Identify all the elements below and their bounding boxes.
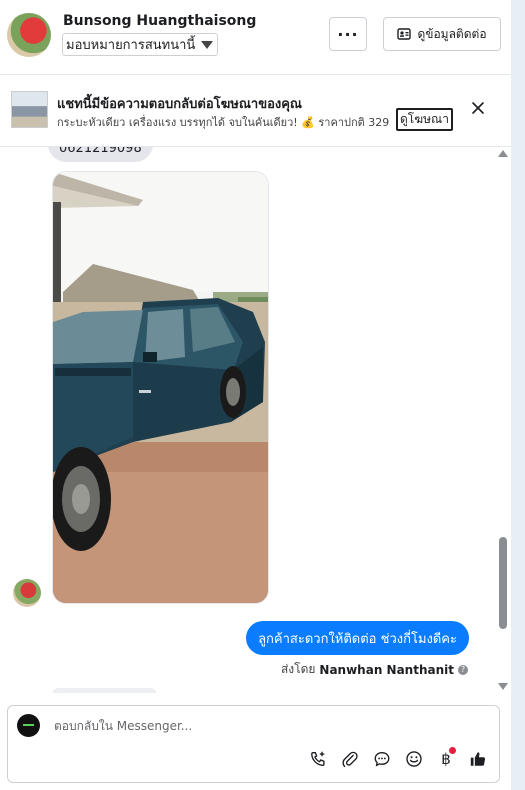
pickup-truck-photo <box>53 172 268 603</box>
ad-reply-banner: แชทนี้มีข้อความตอบกลับต่อโฆษณาของคุณ กระ… <box>0 75 511 147</box>
incoming-message-bubble[interactable]: 0621219098 <box>48 147 153 162</box>
composer-toolbar: ฿ <box>307 747 489 770</box>
call-button[interactable] <box>307 748 329 770</box>
ad-banner-title: แชทนี้มีข้อความตอบกลับต่อโฆษณาของคุณ <box>57 97 302 112</box>
scroll-down-arrow-icon[interactable] <box>498 683 508 690</box>
message-composer: ฿ <box>7 705 500 783</box>
sent-by-name: Nanwhan Nanthanit <box>319 662 454 677</box>
ad-thumbnail[interactable] <box>11 91 48 128</box>
assign-conversation-label: มอบหมายการสนทนานี้ <box>66 38 196 53</box>
phone-plus-icon <box>311 751 325 766</box>
contact-avatar[interactable] <box>7 13 51 57</box>
thumbs-up-icon <box>470 752 486 766</box>
conversation-header: Bunsong Huangthaisong มอบหมายการสนทนานี้… <box>0 0 511 75</box>
payment-button[interactable]: ฿ <box>435 747 457 770</box>
view-contact-button[interactable]: ดูข้อมูลติดต่อ <box>383 17 501 51</box>
more-options-button[interactable]: ··· <box>329 17 367 51</box>
scrollbar-thumb[interactable] <box>499 537 507 629</box>
sent-by-line: ส่งโดย Nanwhan Nanthanit ? <box>281 660 468 679</box>
view-contact-label: ดูข้อมูลติดต่อ <box>417 26 487 41</box>
caret-down-icon <box>201 40 214 49</box>
paperclip-icon <box>342 751 358 768</box>
send-like-button[interactable] <box>467 748 489 770</box>
reply-input[interactable] <box>52 714 476 738</box>
right-edge-rail <box>511 0 525 790</box>
smiley-icon <box>406 751 422 767</box>
assign-conversation-dropdown[interactable]: มอบหมายการสนทนานี้ <box>62 33 219 56</box>
incoming-photo-message[interactable] <box>52 171 269 604</box>
attach-button[interactable] <box>339 748 361 770</box>
contact-card-icon <box>397 28 412 40</box>
view-ad-link[interactable]: ดูโฆษณา <box>396 108 453 131</box>
ad-banner-subtitle: กระบะหัวเดียว เครื่องแรง บรรทุกได้ จบในค… <box>57 116 389 129</box>
conversation-panel: Bunsong Huangthaisong มอบหมายการสนทนานี้… <box>0 0 511 790</box>
scroll-up-arrow-icon[interactable] <box>498 150 508 157</box>
more-dots-icon: ··· <box>337 24 359 44</box>
emoji-button[interactable] <box>403 748 425 770</box>
outgoing-message-bubble[interactable]: ลูกค้าสะดวกให้ติดต่อ ช่วงกี่โมงดีคะ <box>246 621 469 655</box>
page-avatar <box>17 714 40 737</box>
info-icon[interactable]: ? <box>458 664 468 675</box>
sender-avatar[interactable] <box>13 579 41 607</box>
contact-name[interactable]: Bunsong Huangthaisong <box>63 13 256 29</box>
close-icon[interactable] <box>470 100 486 116</box>
incoming-message-partial <box>52 688 157 693</box>
sent-by-prefix: ส่งโดย <box>280 662 316 676</box>
chat-bubble-dots-icon <box>374 752 390 767</box>
notification-dot <box>449 747 456 754</box>
message-thread[interactable]: 0621219098 ลูกค้าสะดวกให้ติดต่อ ช่วงกี่โ… <box>0 147 511 693</box>
saved-replies-button[interactable] <box>371 748 393 770</box>
